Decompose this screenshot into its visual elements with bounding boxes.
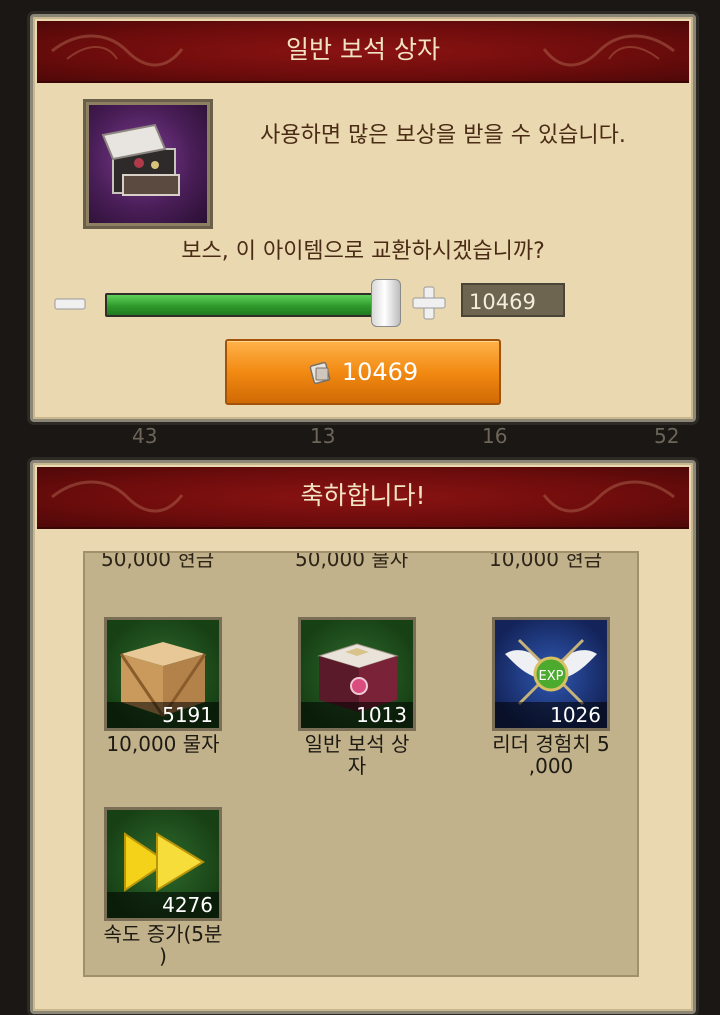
reward-label-line: 속도 증가(5분: [103, 922, 223, 946]
ornament-icon: [542, 480, 675, 513]
exchange-confirm-button[interactable]: 10469: [225, 339, 501, 405]
reward-label: 속도 증가(5분 ): [88, 923, 238, 967]
reward-count: 1026: [495, 702, 607, 728]
exchange-confirm-label: 10469: [341, 358, 419, 386]
reward-label-line: 10,000 물자: [106, 732, 220, 756]
speed-up-arrows-icon: 4276: [104, 807, 222, 921]
reward-label-cut: 50,000 물자: [295, 551, 409, 571]
ornament-icon: [51, 480, 184, 513]
rewards-dialog: 축하합니다! 50,000 현금 50,000 물자 10,000 현금 519…: [30, 460, 696, 1014]
slider-fill: [107, 295, 387, 315]
ornament-icon: [542, 34, 675, 67]
minus-icon: [54, 298, 86, 310]
svg-text:EXP: EXP: [539, 669, 564, 684]
item-description: 사용하면 많은 보상을 받을 수 있습니다.: [260, 123, 626, 148]
reward-item[interactable]: 4276 속도 증가(5분 ): [88, 807, 238, 967]
quantity-slider[interactable]: [105, 293, 389, 317]
item-icon-frame: [83, 99, 213, 229]
plus-icon: [412, 286, 446, 320]
exchange-dialog-title: 일반 보석 상자: [286, 35, 440, 64]
exchange-dialog: 일반 보석 상자 사용하면 많은 보상을 받을 수 있습니다. 보스, 이 아이…: [30, 14, 696, 422]
reward-label-cut: 10,000 현금: [489, 551, 603, 571]
reward-label: 10,000 물자: [88, 733, 238, 755]
reward-label-line: 리더 경험치 5: [492, 732, 610, 756]
quantity-field[interactable]: 10469: [461, 283, 565, 317]
reward-item[interactable]: 5191 10,000 물자: [88, 617, 238, 755]
ticket-icon: [309, 361, 331, 385]
jewel-box-icon: [89, 105, 207, 223]
reward-item[interactable]: 1013 일반 보석 상 자: [282, 617, 432, 777]
decrease-button[interactable]: [53, 287, 87, 321]
increase-button[interactable]: [411, 285, 447, 321]
reward-label: 일반 보석 상 자: [282, 733, 432, 777]
jewel-chest-icon: 1013: [298, 617, 416, 731]
bg-number: 16: [482, 424, 508, 448]
exchange-question: 보스, 이 아이템으로 교환하시겠습니까?: [181, 239, 545, 264]
reward-count: 5191: [107, 702, 219, 728]
exp-wings-icon: EXP 1026: [492, 617, 610, 731]
reward-list[interactable]: 50,000 현금 50,000 물자 10,000 현금 5191 10,00…: [83, 551, 639, 977]
reward-label: 리더 경험치 5 ,000: [476, 733, 626, 777]
reward-count: 1013: [301, 702, 413, 728]
reward-label-line: 자: [347, 754, 367, 778]
ornament-icon: [51, 34, 184, 67]
rewards-dialog-header: 축하합니다!: [37, 467, 689, 529]
reward-label-line: ,000: [528, 754, 574, 778]
bg-number: 13: [310, 424, 336, 448]
reward-count: 4276: [107, 892, 219, 918]
reward-label-line: 일반 보석 상: [304, 732, 410, 756]
reward-label-cut: 50,000 현금: [101, 551, 215, 571]
bg-number: 43: [132, 424, 158, 448]
rewards-dialog-title: 축하합니다!: [300, 481, 426, 510]
exchange-dialog-header: 일반 보석 상자: [37, 21, 689, 83]
wooden-crate-icon: 5191: [104, 617, 222, 731]
background-row-numbers: 43 13 16 52: [0, 424, 720, 448]
bg-number: 52: [654, 424, 680, 448]
reward-item[interactable]: EXP 1026 리더 경험치 5 ,000: [476, 617, 626, 777]
slider-handle[interactable]: [371, 279, 401, 327]
reward-label-line: ): [159, 944, 167, 968]
